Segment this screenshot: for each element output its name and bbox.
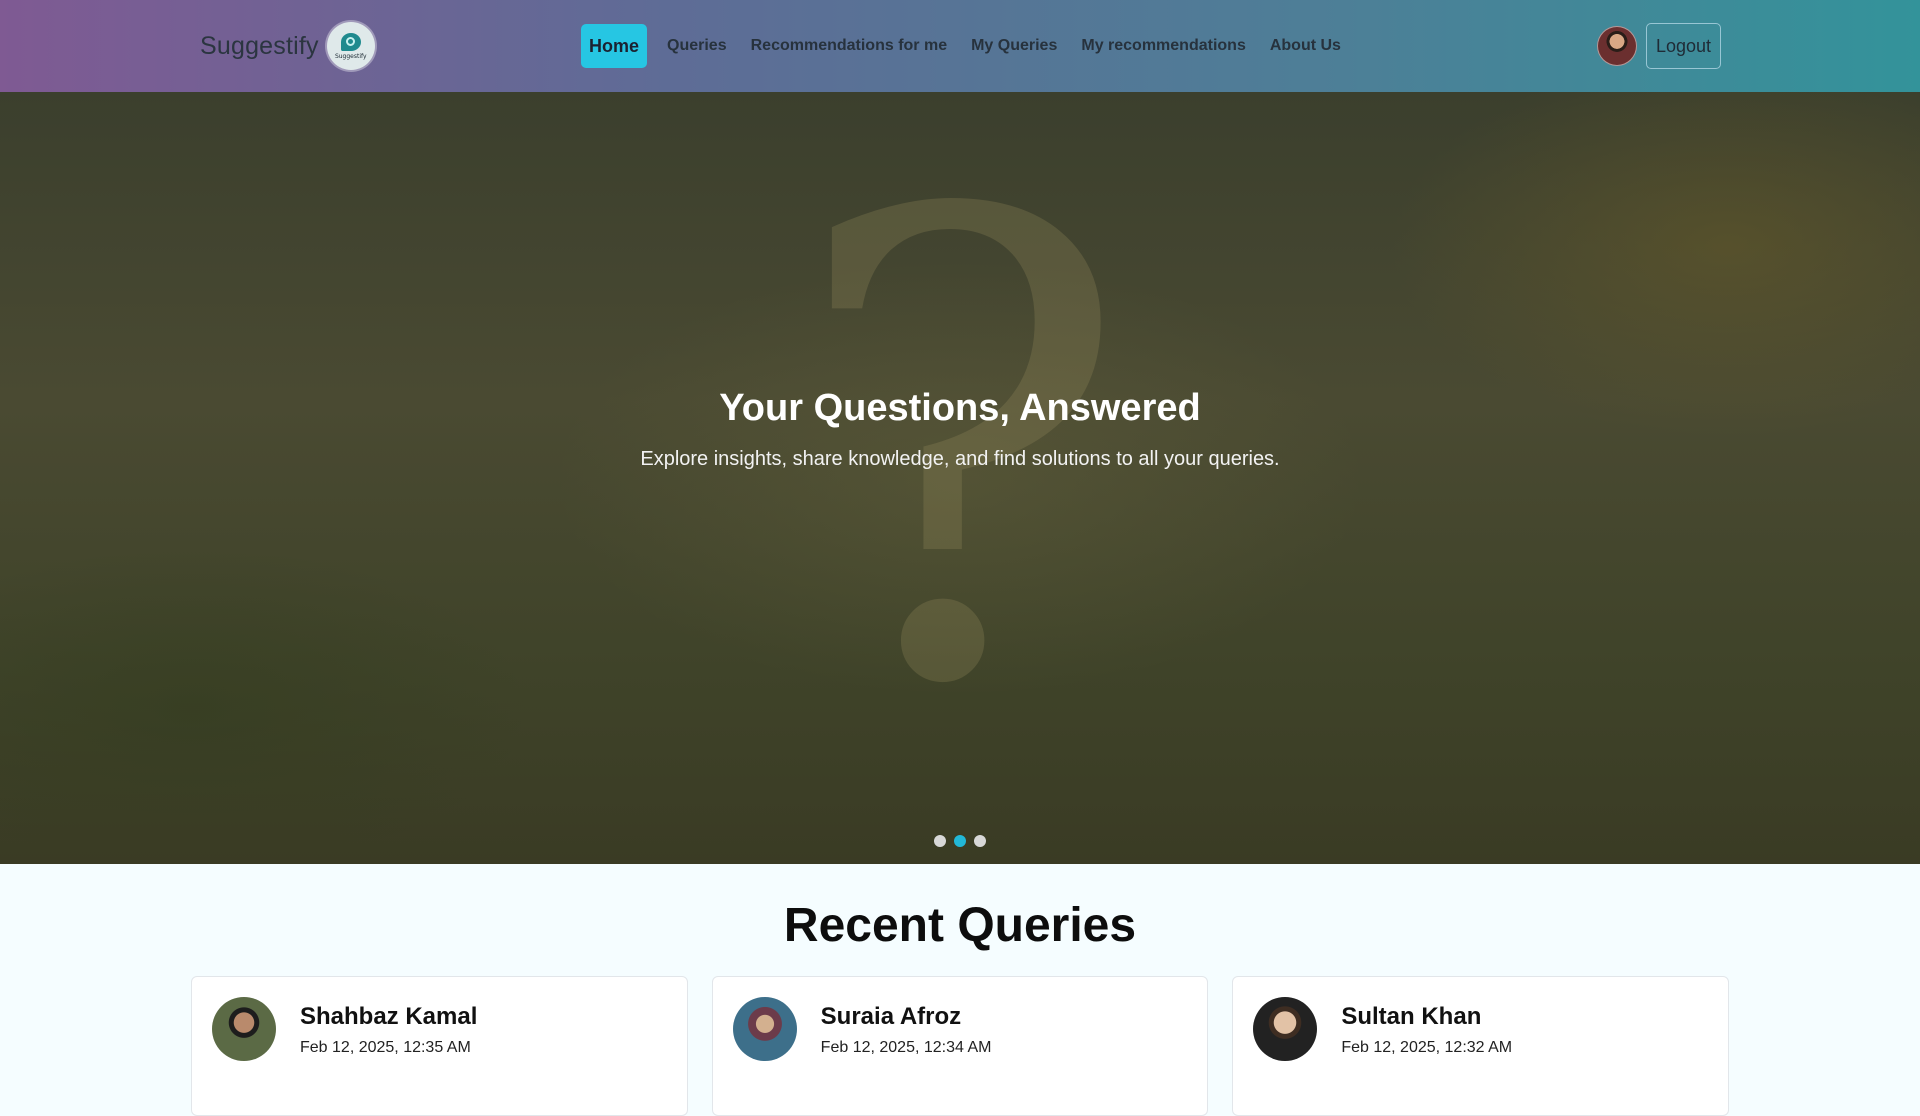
logout-button[interactable]: Logout (1645, 23, 1721, 69)
post-date: Feb 12, 2025, 12:34 AM (820, 1039, 992, 1056)
nav-my-queries[interactable]: My Queries (959, 24, 1069, 68)
hero-subtitle: Explore insights, share knowledge, and f… (640, 448, 1280, 470)
carousel-indicators (0, 835, 1920, 847)
chat-bubble-icon (340, 32, 361, 51)
author-name: Suraia Afroz (820, 1003, 962, 1030)
query-card[interactable]: Sultan Khan Feb 12, 2025, 12:32 AM (1232, 976, 1730, 1116)
author-name: Sultan Khan (1341, 1003, 1482, 1030)
carousel-dot-3[interactable] (974, 835, 986, 847)
user-area: Logout (1596, 22, 1721, 70)
post-date: Feb 12, 2025, 12:32 AM (1341, 1039, 1513, 1056)
top-navbar: Suggestify Suggestify Home Queries Recom… (0, 0, 1920, 92)
avatar (732, 997, 797, 1061)
brand-name[interactable]: Suggestify (200, 32, 319, 61)
logo-text: Suggestify (334, 52, 367, 60)
nav-queries[interactable]: Queries (655, 24, 739, 68)
nav-home[interactable]: Home (581, 24, 648, 68)
hero-title: Your Questions, Answered (719, 387, 1201, 429)
post-date: Feb 12, 2025, 12:35 AM (300, 1039, 471, 1056)
hero-carousel: ? Your Questions, Answered Explore insig… (0, 92, 1920, 864)
hero-caption: Your Questions, Answered Explore insight… (0, 387, 1920, 471)
recent-queries-list: Shahbaz Kamal Feb 12, 2025, 12:35 AM Sur… (191, 976, 1730, 1116)
avatar (212, 997, 276, 1061)
query-card[interactable]: Shahbaz Kamal Feb 12, 2025, 12:35 AM (191, 976, 688, 1116)
user-avatar[interactable] (1596, 26, 1637, 66)
carousel-dot-2[interactable] (954, 835, 966, 847)
avatar (1253, 997, 1318, 1061)
main-nav: Home Queries Recommendations for me My Q… (581, 24, 1353, 68)
recent-queries-title: Recent Queries (783, 899, 1137, 952)
nav-my-recommendations[interactable]: My recommendations (1069, 24, 1257, 68)
brand-logo-icon[interactable]: Suggestify (326, 22, 375, 70)
brand[interactable]: Suggestify Suggestify (200, 22, 375, 70)
nav-about-us[interactable]: About Us (1258, 24, 1353, 68)
nav-recommendations-for-me[interactable]: Recommendations for me (739, 24, 959, 68)
carousel-dot-1[interactable] (934, 835, 946, 847)
author-name: Shahbaz Kamal (300, 1003, 478, 1030)
query-card[interactable]: Suraia Afroz Feb 12, 2025, 12:34 AM (711, 976, 1209, 1116)
